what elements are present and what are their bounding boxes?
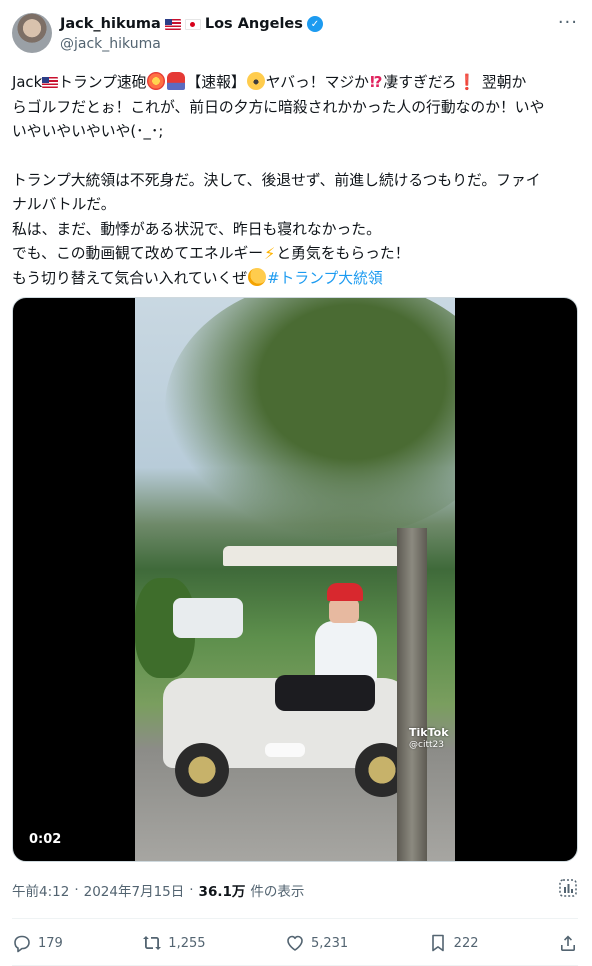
tree-trunk-shape <box>397 528 427 861</box>
tweet-time[interactable]: 午前4:12 <box>12 880 69 900</box>
text-line: トランプ大統領は不死身だ。決して、後退せず、前進し続けるつもりだ。ファイ <box>12 171 541 189</box>
verified-badge-icon[interactable]: ✓ <box>306 16 323 32</box>
author-avatar[interactable] <box>12 13 52 53</box>
bookmark-count: 222 <box>453 935 479 951</box>
more-options-button[interactable]: ··· <box>558 12 578 33</box>
text-line: 私は、まだ、動悸がある状況で、昨日も寝れなかった。 <box>12 220 381 238</box>
meta-separator: · <box>74 882 79 898</box>
tiktok-watermark: TikTok @citt23 <box>409 726 449 752</box>
author-name-row[interactable]: Jack_hikuma Los Angeles ✓ <box>60 14 323 34</box>
video-frame <box>135 298 455 861</box>
heart-icon <box>287 935 303 951</box>
lightning-emoji-icon: ⚡ <box>264 244 276 263</box>
like-button[interactable]: 5,231 <box>285 933 348 953</box>
siren-emoji-icon <box>167 72 186 90</box>
analytics-icon[interactable] <box>558 878 578 898</box>
reply-count: 179 <box>38 935 63 951</box>
share-icon <box>560 935 575 951</box>
text-segment: トランプ速砲 <box>58 74 147 91</box>
exclamation-emoji-icon: ❗ <box>457 73 477 91</box>
watermark-user: @citt23 <box>409 740 444 750</box>
text-line: いやいやいやいや(･_･; <box>12 123 164 140</box>
us-flag-icon <box>164 18 181 30</box>
cart-roof-shape <box>223 546 401 566</box>
text-segment: Jack <box>12 74 43 91</box>
jp-flag-icon <box>184 18 201 30</box>
tweet-meta: 午前4:12 · 2024年7月15日 · 36.1万 件の表示 <box>12 880 304 900</box>
text-line: らゴルフだとぉ！これが、前日の夕方に暗殺されかかった人の行動なのか！いや <box>12 98 545 116</box>
background-car-shape <box>173 598 243 638</box>
hashtag-link[interactable]: #トランプ大統領 <box>267 270 383 287</box>
text-segment: 翌朝か <box>477 74 527 91</box>
us-flag-icon <box>42 77 59 88</box>
flexed-biceps-emoji-icon <box>248 267 267 286</box>
video-player[interactable]: TikTok @citt23 0:02 <box>12 297 578 862</box>
reply-icon <box>14 935 30 953</box>
text-segment: ヤバっ！マジか <box>265 74 369 91</box>
author-handle[interactable]: @jack_hikuma <box>60 36 161 52</box>
reply-button[interactable]: 179 <box>12 933 63 953</box>
view-count-label: 件の表示 <box>250 884 305 900</box>
text-segment: 【速報】 <box>186 74 246 91</box>
text-segment: 凄すぎだろ <box>383 74 457 91</box>
divider <box>12 918 578 919</box>
bookmark-icon <box>431 934 444 952</box>
text-line: ナルバトルだ。 <box>12 196 116 213</box>
repost-button[interactable]: 1,255 <box>142 933 206 953</box>
tweet-date[interactable]: 2024年7月15日 <box>84 880 185 900</box>
action-bar: 179 1,255 5,231 222 <box>12 928 578 958</box>
tree-canopy-shape <box>165 298 455 538</box>
collision-emoji-icon <box>147 72 166 90</box>
meta-separator: · <box>189 882 194 898</box>
text-segment: でも、この動画観て改めてエネルギー <box>12 245 264 262</box>
tweet-text: Jack トランプ速砲 【速報】 ヤバっ！マジか⁉凄すぎだろ❗ 翌朝か らゴルフだとぉ… <box>12 70 578 291</box>
repost-icon <box>143 936 162 950</box>
like-count: 5,231 <box>310 935 349 951</box>
interrobang-emoji-icon: ⁉ <box>369 73 383 91</box>
view-count: 36.1万 <box>198 884 246 900</box>
watermark-label: TikTok <box>409 726 449 739</box>
text-segment: もう切り替えて気合い入れていくぜ <box>12 269 248 287</box>
video-timecode: 0:02 <box>29 832 62 847</box>
repost-count: 1,255 <box>168 935 206 951</box>
driver-figure <box>265 583 395 763</box>
share-button[interactable] <box>558 933 578 953</box>
scream-emoji-icon <box>246 72 265 90</box>
front-wheel-shape <box>175 743 229 797</box>
author-display-name[interactable]: Jack_hikuma <box>60 16 161 32</box>
bookmark-button[interactable]: 222 <box>428 933 479 953</box>
author-location: Los Angeles <box>204 16 303 32</box>
text-segment: と勇気をもらった！ <box>276 245 410 262</box>
